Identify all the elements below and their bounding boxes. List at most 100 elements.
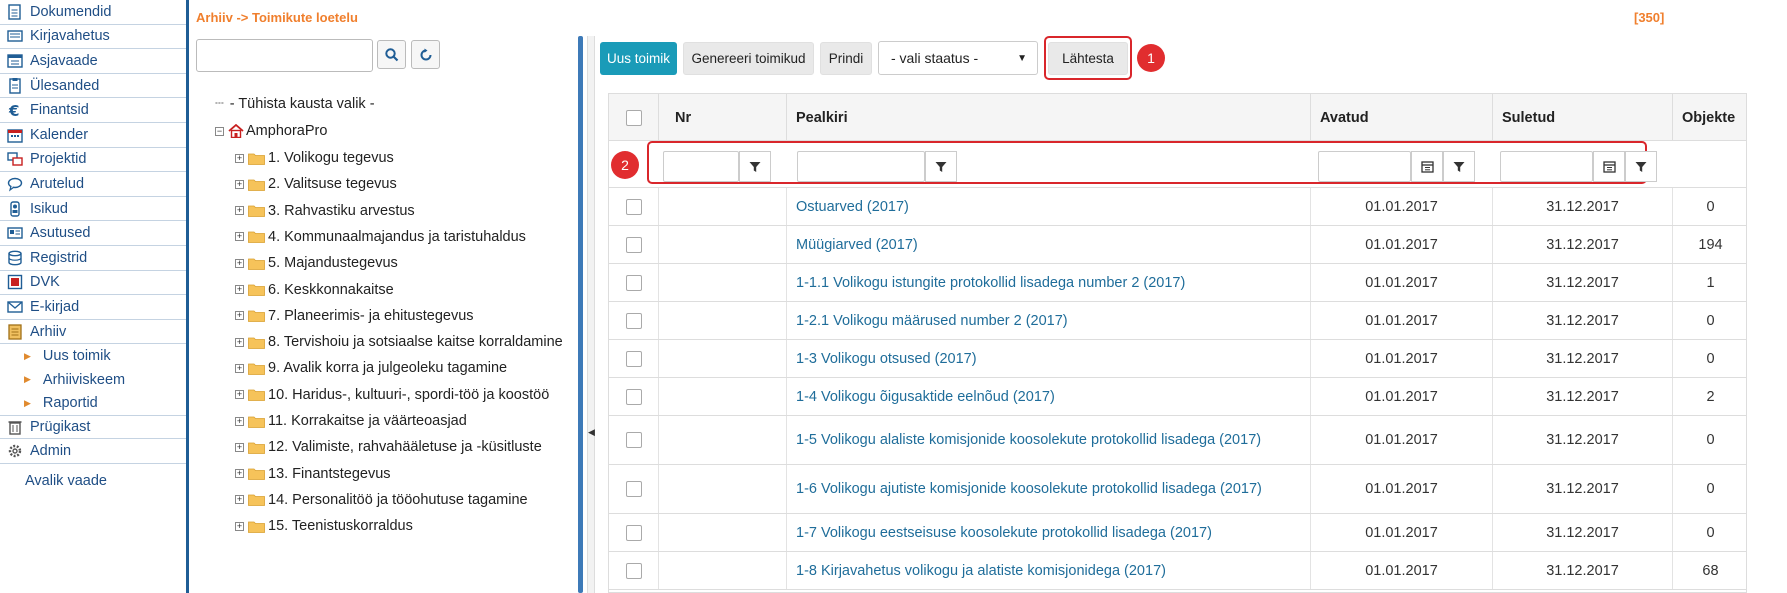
expand-icon[interactable]: + xyxy=(235,337,244,347)
tree-folder[interactable]: + 5. Majandustegevus xyxy=(235,250,398,276)
table-row[interactable]: 1-8 Kirjavahetus volikogu ja alatiste ko… xyxy=(609,552,1746,590)
filter-closed-button[interactable] xyxy=(1625,151,1657,182)
row-title-link[interactable]: 1-7 Volikogu eestseisuse koosolekute pro… xyxy=(796,523,1212,543)
collapse-arrow-icon[interactable]: ◀ xyxy=(588,427,595,438)
nav-item--lesanded[interactable]: Ülesanded xyxy=(0,74,186,99)
filter-closed-input[interactable] xyxy=(1500,151,1593,182)
table-row[interactable]: 1-4 Volikogu õigusaktide eelnõud (2017) … xyxy=(609,378,1746,416)
tree-search-button[interactable] xyxy=(377,40,406,69)
row-title-link[interactable]: 1-3 Volikogu otsused (2017) xyxy=(796,349,977,369)
generate-files-button[interactable]: Genereeri toimikud xyxy=(683,42,814,75)
nav-sub-uus-toimik[interactable]: ▶ Uus toimik xyxy=(0,344,186,368)
expand-icon[interactable]: + xyxy=(235,521,244,531)
panel-splitter[interactable] xyxy=(578,36,583,593)
filter-title-input[interactable] xyxy=(797,151,925,182)
table-row[interactable]: 1-3 Volikogu otsused (2017) 01.01.2017 3… xyxy=(609,340,1746,378)
tree-search-input[interactable] xyxy=(196,39,373,72)
row-checkbox[interactable] xyxy=(625,432,642,448)
nav-item-e-kirjad[interactable]: E-kirjad xyxy=(0,295,186,320)
nav-item-projektid[interactable]: Projektid xyxy=(0,148,186,173)
row-checkbox[interactable] xyxy=(625,274,642,291)
expand-icon[interactable]: + xyxy=(235,179,244,189)
tree-folder[interactable]: + 10. Haridus-, kultuuri-, spordi-töö ja… xyxy=(235,382,549,408)
header-objects[interactable]: Objekte xyxy=(1673,94,1746,141)
tree-refresh-button[interactable] xyxy=(411,40,440,69)
status-select[interactable]: - vali staatus - ▼ xyxy=(878,41,1038,75)
filter-opened-calendar-button[interactable] xyxy=(1411,151,1443,182)
nav-item-kalender[interactable]: Kalender xyxy=(0,123,186,148)
expand-icon[interactable]: + xyxy=(235,153,244,163)
nav-item-registrid[interactable]: Registrid xyxy=(0,246,186,271)
tree-folder[interactable]: + 15. Teenistuskorraldus xyxy=(235,513,413,539)
filter-opened-button[interactable] xyxy=(1443,151,1475,182)
nav-sub-raportid[interactable]: ▶ Raportid xyxy=(0,391,186,415)
table-row[interactable]: 1-2.1 Volikogu määrused number 2 (2017) … xyxy=(609,302,1746,340)
tree-folder[interactable]: + 9. Avalik korra ja julgeoleku tagamine xyxy=(235,355,507,381)
reset-button[interactable]: Lähtesta xyxy=(1048,42,1128,75)
nav-item-finantsid[interactable]: € Finantsid xyxy=(0,98,186,123)
nav-item-arutelud[interactable]: Arutelud xyxy=(0,172,186,197)
tree-folder[interactable]: + 13. Finantstegevus xyxy=(235,461,391,487)
filter-title-button[interactable] xyxy=(925,151,957,182)
header-closed[interactable]: Suletud xyxy=(1493,94,1673,141)
row-checkbox[interactable] xyxy=(625,198,642,215)
tree-folder[interactable]: + 2. Valitsuse tegevus xyxy=(235,171,397,197)
public-view-link[interactable]: Avalik vaade xyxy=(0,464,186,498)
table-row[interactable]: Müügiarved (2017) 01.01.2017 31.12.2017 … xyxy=(609,226,1746,264)
table-row[interactable]: 1-7 Volikogu eestseisuse koosolekute pro… xyxy=(609,514,1746,552)
filter-nr-input[interactable] xyxy=(663,151,739,182)
row-title-link[interactable]: 1-8 Kirjavahetus volikogu ja alatiste ko… xyxy=(796,561,1166,581)
new-file-button[interactable]: Uus toimik xyxy=(600,42,677,75)
expand-icon[interactable]: + xyxy=(235,285,244,294)
tree-folder[interactable]: + 4. Kommunaalmajandus ja taristuhaldus xyxy=(235,224,526,250)
tree-folder[interactable]: + 6. Keskkonnakaitse xyxy=(235,277,394,303)
row-checkbox[interactable] xyxy=(625,236,642,253)
row-checkbox[interactable] xyxy=(625,388,642,405)
row-checkbox[interactable] xyxy=(625,524,642,541)
table-row[interactable]: 1-5 Volikogu alaliste komisjonide koosol… xyxy=(609,416,1746,465)
tree-folder[interactable]: + 12. Valimiste, rahvahääletuse ja -küsi… xyxy=(235,434,542,460)
row-title-link[interactable]: 1-1.1 Volikogu istungite protokollid lis… xyxy=(796,273,1185,293)
select-all-checkbox[interactable] xyxy=(625,109,642,126)
row-checkbox[interactable] xyxy=(625,312,642,329)
row-title-link[interactable]: 1-5 Volikogu alaliste komisjonide koosol… xyxy=(796,430,1261,450)
expand-icon[interactable]: + xyxy=(235,442,244,452)
row-title-link[interactable]: 1-4 Volikogu õigusaktide eelnõud (2017) xyxy=(796,387,1055,407)
filter-closed-calendar-button[interactable] xyxy=(1593,151,1625,182)
nav-item-dokumendid[interactable]: Dokumendid xyxy=(0,0,186,25)
nav-item-asutused[interactable]: Asutused xyxy=(0,221,186,246)
tree-folder[interactable]: + 11. Korrakaitse ja väärteoasjad xyxy=(235,408,467,434)
nav-item-arhiiv[interactable]: Arhiiv xyxy=(0,320,186,345)
expand-icon[interactable]: + xyxy=(235,416,244,426)
filter-nr-button[interactable] xyxy=(739,151,771,182)
tree-clear-selection[interactable]: ┄ - Tühista kausta valik - xyxy=(215,91,375,117)
expand-icon[interactable]: + xyxy=(235,390,244,400)
filter-opened-input[interactable] xyxy=(1318,151,1411,182)
header-nr[interactable]: Nr xyxy=(659,94,787,141)
tree-folder[interactable]: + 14. Personalitöö ja tööohutuse tagamin… xyxy=(235,487,528,513)
header-title[interactable]: Pealkiri xyxy=(787,94,1311,141)
nav-item-kirjavahetus[interactable]: Kirjavahetus xyxy=(0,25,186,50)
table-row[interactable]: Ostuarved (2017) 01.01.2017 31.12.2017 0 xyxy=(609,188,1746,226)
table-row[interactable]: 1-6 Volikogu ajutiste komisjonide koosol… xyxy=(609,465,1746,514)
nav-sub-arhiiviskeem[interactable]: ▶ Arhiiviskeem xyxy=(0,368,186,392)
tree-root[interactable]: − AmphoraPro xyxy=(215,118,327,144)
expand-icon[interactable]: + xyxy=(235,258,244,268)
row-checkbox[interactable] xyxy=(625,481,642,497)
row-title-link[interactable]: Ostuarved (2017) xyxy=(796,197,909,217)
table-row[interactable]: 1-1.1 Volikogu istungite protokollid lis… xyxy=(609,264,1746,302)
expand-icon[interactable]: + xyxy=(235,206,244,216)
tree-folder[interactable]: + 1. Volikogu tegevus xyxy=(235,145,394,171)
row-title-link[interactable]: 1-2.1 Volikogu määrused number 2 (2017) xyxy=(796,311,1068,331)
expand-icon[interactable]: + xyxy=(235,469,244,479)
header-opened[interactable]: Avatud xyxy=(1311,94,1493,141)
row-title-link[interactable]: 1-6 Volikogu ajutiste komisjonide koosol… xyxy=(796,479,1262,499)
expand-icon[interactable]: + xyxy=(235,495,244,505)
tree-folder[interactable]: + 8. Tervishoiu ja sotsiaalse kaitse kor… xyxy=(235,329,563,355)
print-button[interactable]: Prindi xyxy=(820,42,872,75)
nav-item-asjavaade[interactable]: Asjavaade xyxy=(0,49,186,74)
row-checkbox[interactable] xyxy=(625,562,642,579)
nav-item-pr-gikast[interactable]: Prügikast xyxy=(0,414,186,440)
nav-item-admin[interactable]: Admin xyxy=(0,439,186,464)
collapse-icon[interactable]: − xyxy=(215,126,224,136)
